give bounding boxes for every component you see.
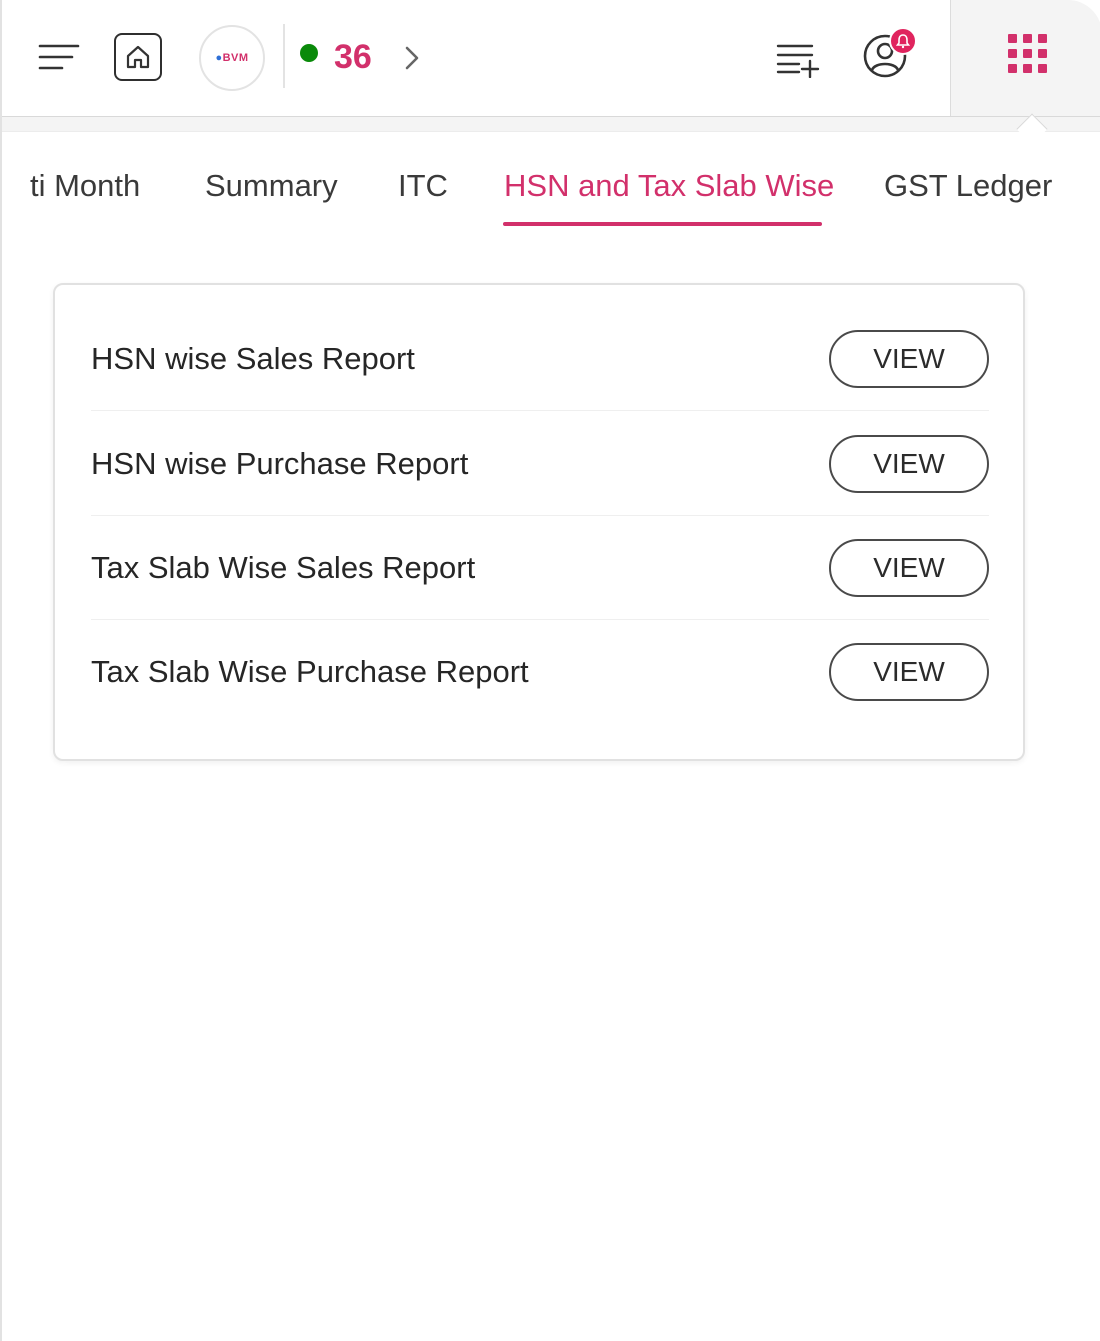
report-row-tax-slab-purchase: Tax Slab Wise Purchase Report VIEW [91, 620, 989, 724]
tab-gst-ledger[interactable]: GST Ledger [884, 166, 1052, 206]
tab-multi-month[interactable]: ti Month [30, 166, 140, 206]
report-row-tax-slab-sales: Tax Slab Wise Sales Report VIEW [91, 516, 989, 620]
tab-summary[interactable]: Summary [205, 166, 338, 206]
header-separator [2, 116, 1100, 132]
status-count[interactable]: 36 [334, 36, 372, 78]
report-row-hsn-sales: HSN wise Sales Report VIEW [91, 307, 989, 411]
apps-grid-icon[interactable] [1006, 32, 1050, 76]
report-label: Tax Slab Wise Sales Report [91, 549, 476, 585]
notification-badge[interactable] [889, 27, 917, 55]
report-label: HSN wise Sales Report [91, 340, 415, 376]
playlist-add-icon[interactable] [775, 40, 821, 78]
bell-icon [895, 34, 911, 49]
menu-icon[interactable] [38, 40, 80, 74]
header-divider [283, 24, 285, 88]
report-label: Tax Slab Wise Purchase Report [91, 654, 529, 689]
status-dot [300, 44, 318, 62]
gst-reports-screen: ●BVM 36 ti Month Summary ITC HSN and Tax… [0, 0, 1100, 1341]
active-tab-indicator [503, 222, 822, 226]
report-tabs: ti Month Summary ITC HSN and Tax Slab Wi… [2, 132, 1100, 232]
view-button[interactable]: VIEW [829, 434, 989, 493]
chevron-right-icon[interactable] [400, 42, 424, 74]
report-label: HSN wise Purchase Report [91, 445, 469, 481]
view-button[interactable]: VIEW [829, 538, 989, 597]
view-button[interactable]: VIEW [829, 329, 989, 388]
tab-itc[interactable]: ITC [398, 166, 448, 206]
top-header: ●BVM 36 [2, 0, 1100, 132]
tab-hsn-tax-slab-wise[interactable]: HSN and Tax Slab Wise [504, 166, 834, 206]
view-button[interactable]: VIEW [829, 643, 989, 701]
home-button[interactable] [114, 33, 162, 81]
report-row-hsn-purchase: HSN wise Purchase Report VIEW [91, 412, 989, 516]
report-list-card: HSN wise Sales Report VIEW HSN wise Purc… [53, 283, 1025, 761]
logo-text: ●BVM [215, 52, 249, 64]
company-logo[interactable]: ●BVM [199, 25, 265, 91]
home-icon [126, 45, 150, 69]
